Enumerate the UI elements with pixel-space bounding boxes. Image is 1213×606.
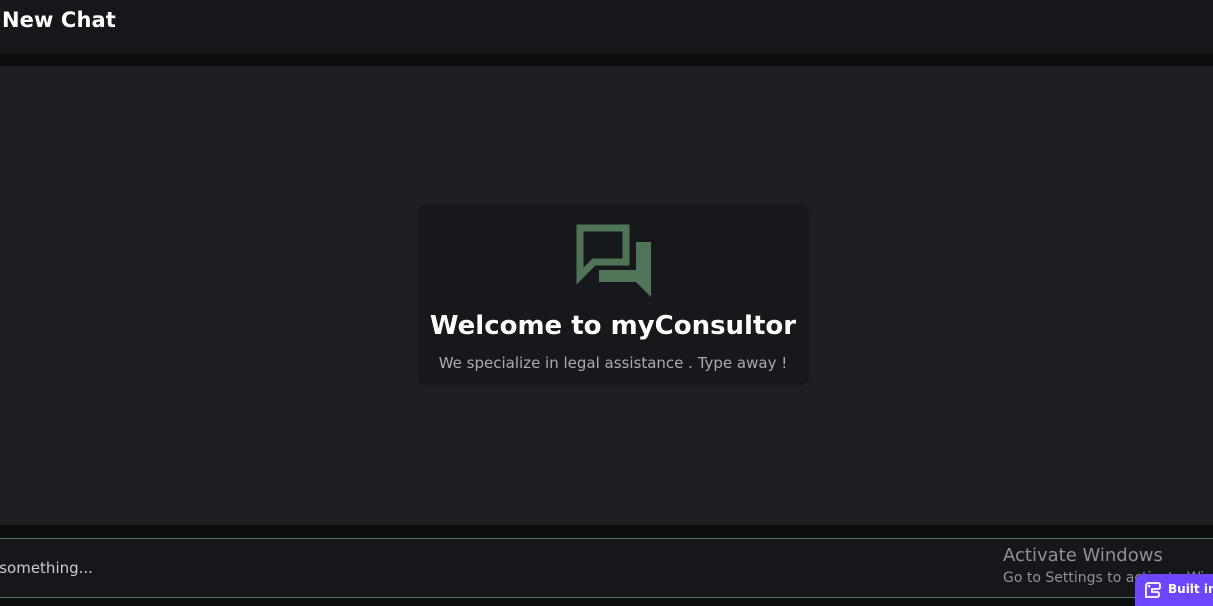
message-composer — [0, 538, 1213, 598]
welcome-title: Welcome to myConsultor — [429, 311, 797, 341]
welcome-subtitle: We specialize in legal assistance . Type… — [438, 354, 788, 372]
chat-bubbles-icon — [576, 224, 651, 297]
chat-area[interactable]: Welcome to myConsultor We specialize in … — [0, 66, 1213, 525]
rowy-logo-icon — [1145, 582, 1161, 598]
chat-app: New Chat Welcome to myConsultor We speci… — [0, 0, 1213, 606]
message-input[interactable] — [0, 550, 860, 586]
page-title: New Chat — [2, 8, 116, 32]
welcome-card: Welcome to myConsultor We specialize in … — [417, 205, 809, 385]
built-in-badge-label: Built in Rowy — [1168, 582, 1213, 596]
header: New Chat — [0, 0, 1213, 54]
built-in-badge[interactable]: Built in Rowy — [1135, 574, 1213, 606]
